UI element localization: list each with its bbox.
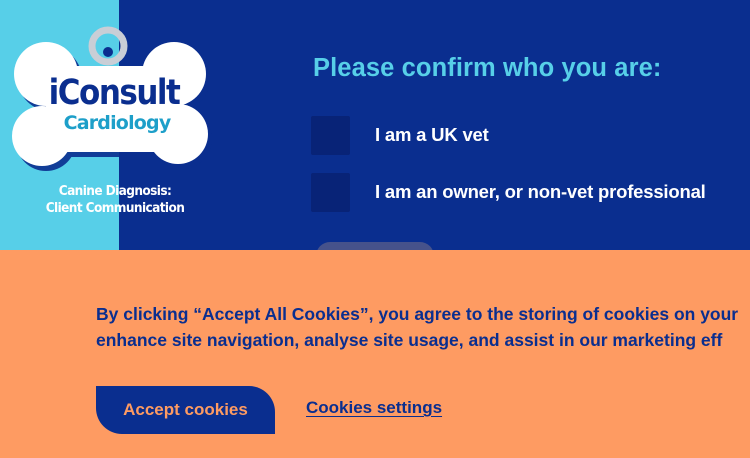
accept-cookies-button[interactable]: Accept cookies (96, 386, 275, 434)
tagline-line-1: Canine Diagnosis: (58, 183, 172, 199)
option-uk-vet[interactable]: I am a UK vet (311, 115, 489, 155)
cookie-message-line-1: By clicking “Accept All Cookies”, you ag… (96, 304, 739, 324)
uk-vet-checkbox[interactable] (311, 115, 350, 155)
tagline-line-2: Client Communication (45, 200, 185, 216)
cookie-message-line-2: enhance site navigation, analyse site us… (96, 330, 723, 350)
logo-subtitle: Cardiology (63, 112, 172, 134)
logo-title: iConsult (48, 72, 181, 114)
owner-checkbox[interactable] (311, 172, 350, 212)
option-label: I am an owner, or non-vet professional (375, 181, 706, 202)
logo-tagline: Canine Diagnosis: Client Communication (30, 183, 200, 217)
option-owner[interactable]: I am an owner, or non-vet professional (311, 172, 706, 212)
cookies-settings-link[interactable]: Cookies settings (306, 398, 442, 418)
cookie-message: By clicking “Accept All Cookies”, you ag… (96, 301, 750, 353)
logo: iConsult Cardiology (8, 26, 213, 196)
option-label: I am a UK vet (375, 124, 489, 145)
confirm-prompt: Please confirm who you are: (313, 54, 662, 82)
